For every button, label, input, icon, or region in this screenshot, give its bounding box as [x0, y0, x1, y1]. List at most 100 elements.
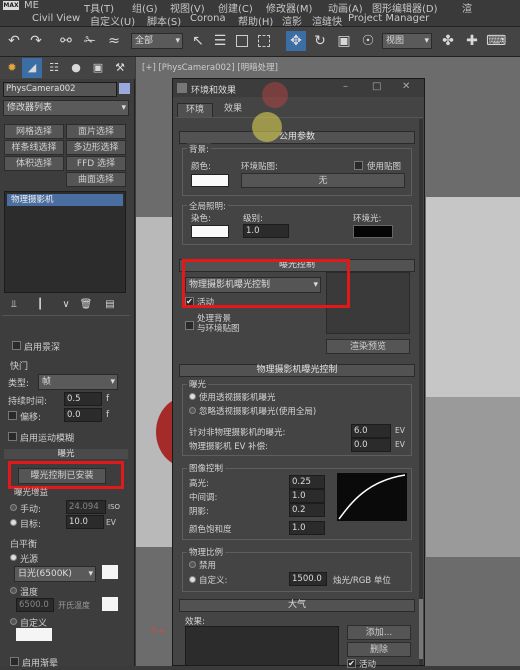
- menu-item[interactable]: 渲缝快: [312, 13, 342, 28]
- make-unique-icon[interactable]: ∨: [56, 295, 76, 315]
- vignette-checkbox[interactable]: [10, 657, 19, 666]
- spline-select-button[interactable]: 样条线选择: [4, 140, 64, 155]
- create-tab-icon[interactable]: ✹: [2, 58, 22, 78]
- midtones-field[interactable]: 1.0: [289, 489, 325, 503]
- duration-field[interactable]: 0.5: [64, 392, 102, 406]
- link-icon[interactable]: ⚯: [56, 31, 76, 51]
- use-physcam-radio[interactable]: [189, 393, 196, 400]
- scrollbar-thumb[interactable]: [419, 599, 423, 659]
- offset-field[interactable]: 0.0: [64, 408, 102, 422]
- redo-icon[interactable]: ↷: [26, 31, 46, 51]
- light-color-swatch[interactable]: [102, 565, 118, 579]
- menu-item[interactable]: 渲: [462, 0, 472, 15]
- offset-checkbox[interactable]: [8, 411, 17, 420]
- mesh-select-button[interactable]: 网格选择: [4, 124, 64, 139]
- show-end-result-icon[interactable]: ┃: [30, 295, 50, 315]
- target-ev-field[interactable]: 10.0: [66, 515, 104, 529]
- pivot-icon[interactable]: ✤: [438, 31, 458, 51]
- display-tab-icon[interactable]: ▣: [88, 58, 108, 78]
- select-object-icon[interactable]: ↖: [188, 31, 208, 51]
- light-source-radio[interactable]: [10, 554, 17, 561]
- motion-tab-icon[interactable]: ●: [66, 58, 86, 78]
- stack-item[interactable]: 物理摄影机: [7, 194, 123, 206]
- close-icon[interactable]: ✕: [402, 81, 410, 92]
- physcam-exposure-header[interactable]: 物理摄影机曝光控制: [179, 364, 415, 377]
- vol-select-button[interactable]: 体积选择: [4, 156, 64, 171]
- move-icon[interactable]: ✥: [286, 31, 306, 51]
- object-color-swatch[interactable]: [119, 83, 130, 94]
- saturation-field[interactable]: 1.0: [289, 521, 325, 535]
- keyboard-shortcut-icon[interactable]: ⌨: [486, 31, 506, 51]
- modifier-list-dropdown[interactable]: 修改器列表 ▾: [3, 100, 129, 116]
- unlink-icon[interactable]: ✁: [80, 31, 100, 51]
- minimize-icon[interactable]: –: [343, 81, 348, 92]
- ffd-select-button[interactable]: FFD 选择: [66, 156, 126, 171]
- temperature-field[interactable]: 6500.0: [16, 598, 54, 612]
- nonphys-field[interactable]: 6.0: [351, 424, 391, 438]
- delete-effect-button[interactable]: 删除: [347, 642, 411, 657]
- rotate-icon[interactable]: ↻: [310, 31, 330, 51]
- highlights-field[interactable]: 0.25: [289, 475, 325, 489]
- tab-environment[interactable]: 环境: [177, 103, 213, 117]
- shadows-field[interactable]: 0.2: [289, 503, 325, 517]
- selection-filter-dropdown[interactable]: 全部 ▾: [131, 33, 183, 49]
- placement-icon[interactable]: ☉: [358, 31, 378, 51]
- select-manipulate-icon[interactable]: ✚: [462, 31, 482, 51]
- undo-icon[interactable]: ↶: [4, 31, 24, 51]
- menu-item[interactable]: 渲影: [282, 13, 302, 28]
- pin-stack-icon[interactable]: ⫫: [4, 295, 24, 315]
- background-color-swatch[interactable]: [191, 174, 229, 187]
- utilities-tab-icon[interactable]: ⚒: [110, 58, 130, 78]
- scale-custom-field[interactable]: 1500.0: [289, 572, 327, 586]
- comp-field[interactable]: 0.0: [351, 438, 391, 452]
- common-params-header[interactable]: 公用参数: [179, 131, 415, 144]
- manual-radio[interactable]: [10, 504, 17, 511]
- daylight-dropdown[interactable]: 日光(6500K) ▾: [14, 566, 96, 582]
- patch-select-button[interactable]: 面片选择: [66, 124, 126, 139]
- menu-item[interactable]: 脚本(S): [147, 13, 181, 28]
- process-bg-checkbox[interactable]: [185, 321, 194, 330]
- tab-effects[interactable]: 效果: [215, 103, 251, 117]
- atmosphere-header[interactable]: 大气: [179, 599, 415, 612]
- menu-item[interactable]: 自定义(U): [90, 13, 135, 28]
- dialog-scrollbar[interactable]: [419, 119, 423, 665]
- motion-blur-checkbox[interactable]: [8, 432, 17, 441]
- scale-icon[interactable]: ▣: [334, 31, 354, 51]
- menu-item[interactable]: Corona: [190, 13, 226, 24]
- app-logo[interactable]: MAX: [3, 1, 19, 10]
- shutter-type-dropdown[interactable]: 帧 ▾: [38, 374, 118, 390]
- render-preview-button[interactable]: 渲染预览: [326, 339, 410, 354]
- atmosphere-active-checkbox[interactable]: ✔: [347, 659, 356, 668]
- select-by-name-icon[interactable]: ☰: [210, 31, 230, 51]
- bind-spacewarp-icon[interactable]: ≈: [104, 31, 124, 51]
- scale-custom-radio[interactable]: [189, 576, 196, 583]
- viewport-label[interactable]: [+] [PhysCamera002] [明暗处理]: [142, 61, 278, 73]
- poly-select-button[interactable]: 多边形选择: [66, 140, 126, 155]
- menu-item[interactable]: Project Manager: [348, 13, 429, 24]
- env-map-button[interactable]: 无: [241, 173, 405, 188]
- reference-coord-dropdown[interactable]: 视图 ▾: [382, 33, 432, 49]
- enable-dof-checkbox[interactable]: [12, 341, 21, 350]
- custom-wb-swatch[interactable]: [16, 628, 52, 641]
- scale-disable-radio[interactable]: [189, 561, 196, 568]
- object-name-field[interactable]: PhysCamera002: [3, 82, 117, 97]
- surface-select-button[interactable]: 曲面选择: [66, 172, 126, 187]
- temperature-color-swatch[interactable]: [102, 597, 118, 611]
- custom-wb-radio[interactable]: [10, 618, 17, 625]
- hierarchy-tab-icon[interactable]: ☷: [44, 58, 64, 78]
- manual-iso-field[interactable]: 24.094: [66, 500, 106, 514]
- configure-sets-icon[interactable]: ▤: [100, 295, 120, 315]
- modifier-stack[interactable]: 物理摄影机: [4, 191, 126, 293]
- menu-item[interactable]: Civil View: [32, 13, 80, 24]
- use-map-checkbox[interactable]: [354, 161, 363, 170]
- menu-item[interactable]: 帮助(H): [238, 13, 273, 28]
- ignore-physcam-radio[interactable]: [189, 407, 196, 414]
- rect-selection-icon[interactable]: [232, 31, 252, 51]
- ambient-color-swatch[interactable]: [353, 225, 393, 238]
- maximize-icon[interactable]: □: [372, 81, 381, 92]
- window-crossing-icon[interactable]: [254, 31, 274, 51]
- temperature-radio[interactable]: [10, 587, 17, 594]
- effects-list[interactable]: [185, 626, 339, 666]
- remove-modifier-icon[interactable]: 🗑: [76, 295, 96, 315]
- tint-color-swatch[interactable]: [191, 225, 229, 238]
